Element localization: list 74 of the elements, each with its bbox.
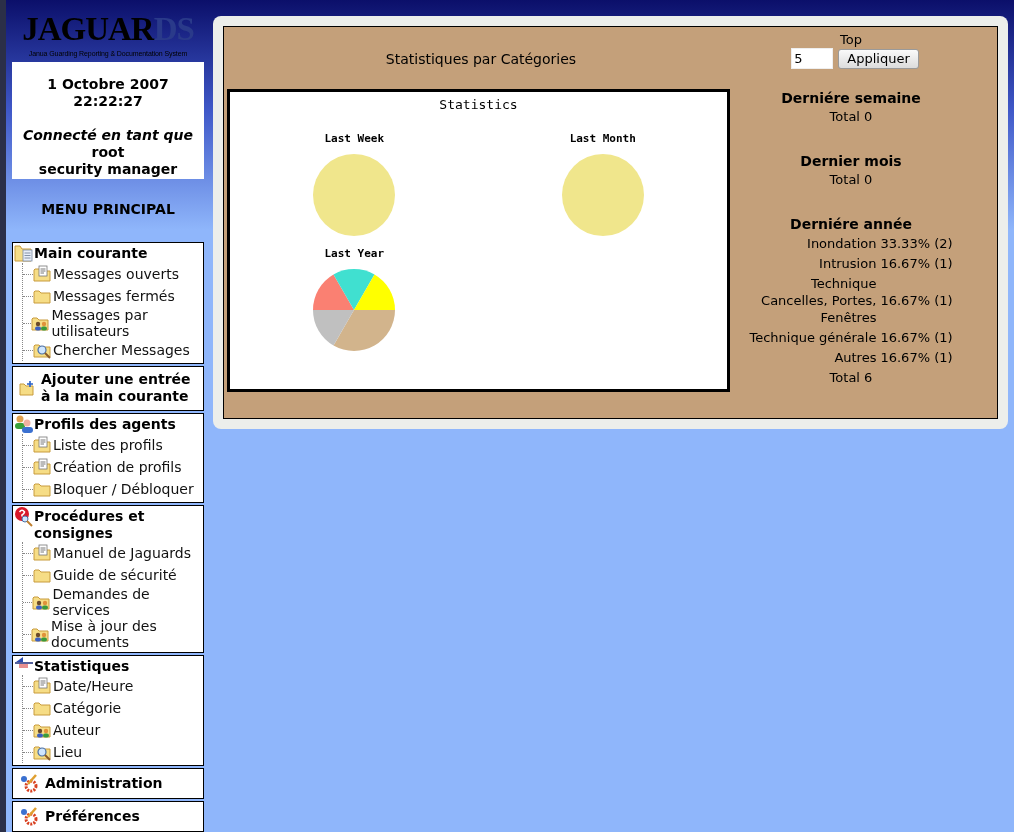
folder-icon — [33, 480, 53, 498]
total-text: Total 0 — [829, 108, 873, 126]
menu-section-title[interactable]: Procédures et consignes — [34, 506, 203, 542]
menu-section-title[interactable]: Statistiques — [34, 656, 130, 675]
folder-document-icon — [33, 265, 53, 283]
category-value: 16.67% (1) — [880, 292, 953, 309]
menu-item[interactable]: Messages ouverts — [53, 266, 179, 282]
menu-item[interactable]: Bloquer / Débloquer — [53, 481, 194, 497]
folder-document-icon — [33, 677, 53, 695]
folder-document-icon — [14, 243, 34, 263]
period-heading: Derniére année — [790, 215, 912, 234]
pie-title: Last Week — [324, 131, 385, 145]
category-label: Technique Cancelles, Portes, Fenêtres — [760, 275, 877, 326]
page-title: Statistiques par Catégories — [385, 49, 577, 69]
menu-item[interactable]: Catégorie — [53, 700, 122, 716]
category-value: 16.67% (1) — [880, 329, 953, 346]
menu-item[interactable]: Chercher Messages — [53, 342, 190, 358]
menu-item[interactable]: Auteur — [53, 722, 101, 738]
category-label: Inondation — [806, 235, 877, 252]
top-label: Top — [840, 31, 862, 48]
menu-item[interactable]: Mise à jour des documents — [51, 618, 203, 650]
connected-label: Connecté en tant que — [22, 127, 194, 144]
menu-section-title[interactable]: Préférences — [45, 807, 140, 825]
menu-section-title[interactable]: Ajouter une entrée à la main courante — [41, 371, 203, 405]
menu-item[interactable]: Guide de sécurité — [53, 567, 177, 583]
folder-users-icon — [31, 625, 52, 643]
folder-document-icon — [33, 458, 53, 476]
menu-item[interactable]: Messages par utilisateurs — [51, 307, 203, 339]
folder-search-icon — [33, 341, 53, 359]
total-text: Total 6 — [829, 369, 873, 387]
folder-search-icon — [33, 743, 53, 761]
menu-section-title[interactable]: Main courante — [34, 243, 148, 262]
pie-title: Last Month — [569, 131, 636, 145]
user-name: root — [91, 144, 125, 161]
menu-title: MENU PRINCIPAL — [40, 200, 176, 219]
menu-item[interactable]: Manuel de Jaguards — [53, 545, 192, 561]
menu-item[interactable]: Demandes de services — [52, 586, 203, 618]
logo-text: JAGUAR — [22, 10, 154, 49]
folder-users-icon — [32, 593, 53, 611]
folder-users-icon — [33, 721, 53, 739]
menu-item[interactable]: Création de profils — [53, 459, 182, 475]
total-text: Total 0 — [829, 171, 873, 189]
folder-document-icon — [33, 544, 53, 562]
folder-users-icon — [31, 314, 52, 332]
tools-icon — [19, 773, 39, 793]
menu-section-title[interactable]: Profils des agents — [34, 414, 176, 433]
folder-icon — [33, 699, 53, 717]
category-label: Technique générale — [749, 329, 877, 346]
folder-icon — [33, 566, 53, 584]
tools-icon — [19, 806, 39, 826]
pie-title: Last Year — [324, 246, 385, 260]
category-value: 16.67% (1) — [880, 349, 953, 366]
user-role: security manager — [38, 161, 178, 178]
folder-icon — [33, 287, 53, 305]
menu-item[interactable]: Liste des profils — [53, 437, 163, 453]
apply-button[interactable]: Appliquer — [838, 48, 919, 69]
category-label: Intrusion — [818, 255, 877, 272]
flag-icon — [14, 656, 34, 670]
period-heading: Dernier mois — [800, 152, 902, 171]
folder-add-icon — [19, 380, 35, 396]
menu-item[interactable]: Messages fermés — [53, 288, 175, 304]
menu-item[interactable]: Date/Heure — [53, 678, 134, 694]
menu-section-title[interactable]: Administration — [45, 774, 163, 792]
folder-document-icon — [33, 436, 53, 454]
menu-item[interactable]: Lieu — [53, 744, 83, 760]
period-heading: Derniére semaine — [781, 89, 921, 108]
category-value: 33.33% (2) — [880, 235, 953, 252]
chart-title: Statistics — [439, 96, 518, 114]
time-text: 22:22:27 — [73, 93, 143, 110]
category-label: Autres — [833, 349, 877, 366]
top-count-field[interactable]: 5 — [791, 48, 834, 69]
category-value: 16.67% (1) — [880, 255, 953, 272]
date-text: 1 Octobre 2007 — [47, 76, 169, 93]
people-icon — [14, 414, 34, 434]
